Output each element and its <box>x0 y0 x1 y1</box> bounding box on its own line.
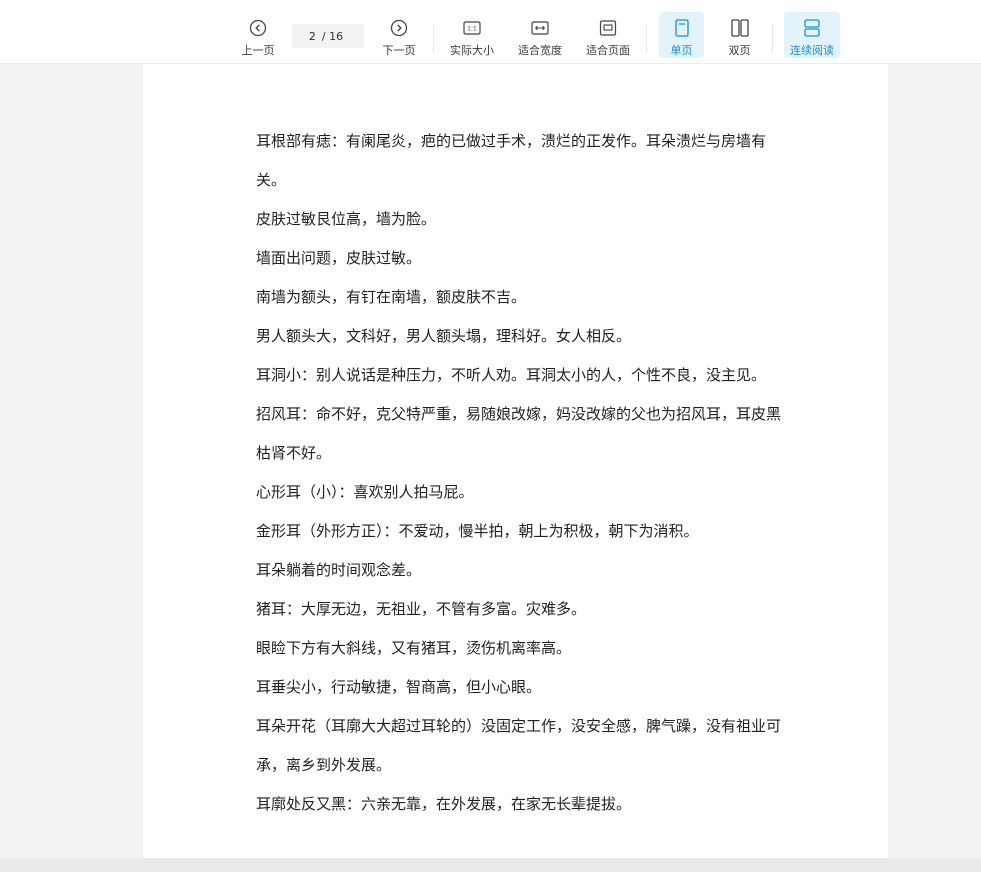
current-page-number[interactable]: 2 <box>309 30 316 43</box>
actual-size-label: 实际大小 <box>450 44 494 57</box>
paragraph: 猪耳：大厚无边，无祖业，不管有多富。灾难多。 <box>256 600 587 618</box>
prev-page-label: 上一页 <box>241 44 275 57</box>
total-pages: / 16 <box>321 29 344 43</box>
paragraph: 耳洞小：别人说话是种压力，不听人劝。耳洞太小的人，个性不良，没主见。 <box>256 366 767 384</box>
actual-size-button[interactable]: 1:1 实际大小 <box>446 12 498 58</box>
paragraph: 耳朵躺着的时间观念差。 <box>256 561 422 579</box>
fit-width-icon <box>530 18 550 38</box>
paragraph: 南墙为额头，有钉在南墙，额皮肤不吉。 <box>256 288 527 306</box>
fit-page-label: 适合页面 <box>586 44 630 57</box>
paragraph: 男人额头大，文科好，男人额头塌，理科好。女人相反。 <box>256 327 632 345</box>
toolbar-divider <box>433 24 434 52</box>
fit-width-label: 适合宽度 <box>518 44 562 57</box>
paragraph: 皮肤过敏艮位高，墙为脸。 <box>256 210 437 228</box>
page-text: 耳根部有痣：有阑尾炎，疤的已做过手术，溃烂的正发作。耳朵溃烂与房墙有关。 皮肤过… <box>256 122 786 824</box>
page-indicator[interactable]: 2 / 16 <box>292 24 364 48</box>
continuous-reading-label: 连续阅读 <box>790 44 834 57</box>
paragraph: 耳根部有痣：有阑尾炎，疤的已做过手术，溃烂的正发作。耳朵溃烂与房墙有关。 <box>256 132 767 189</box>
actual-size-icon: 1:1 <box>462 18 482 38</box>
next-page-button[interactable]: 下一页 <box>379 12 419 58</box>
double-page-label: 双页 <box>728 44 751 57</box>
single-page-icon <box>672 18 692 38</box>
continuous-reading-button[interactable]: 连续阅读 <box>784 12 840 58</box>
horizontal-scrollbar[interactable] <box>0 858 981 872</box>
prev-page-button[interactable]: 上一页 <box>238 12 278 58</box>
toolbar-divider <box>646 24 647 52</box>
continuous-reading-icon <box>802 18 822 38</box>
paragraph: 眼睑下方有大斜线，又有猪耳，烫伤机离率高。 <box>256 639 572 657</box>
double-page-icon <box>730 18 750 38</box>
reader-toolbar: 上一页 2 / 16 下一页 1:1 实际大小 适合宽度 适合页面 单页 双页 … <box>0 0 981 64</box>
svg-text:1:1: 1:1 <box>467 26 477 33</box>
fit-page-button[interactable]: 适合页面 <box>582 12 634 58</box>
paragraph: 心形耳（小）：喜欢别人拍马屁。 <box>256 483 474 501</box>
single-page-button[interactable]: 单页 <box>659 12 704 58</box>
fit-page-icon <box>598 18 618 38</box>
paragraph: 招风耳：命不好，克父特严重，易随娘改嫁，妈没改嫁的父也为招风耳，耳皮黑枯肾不好。 <box>256 405 782 462</box>
paragraph: 耳朵开花（耳廓大大超过耳轮的）没固定工作，没安全感，脾气躁，没有祖业可承，离乡到… <box>256 717 782 774</box>
next-page-label: 下一页 <box>382 44 416 57</box>
document-page: 耳根部有痣：有阑尾炎，疤的已做过手术，溃烂的正发作。耳朵溃烂与房墙有关。 皮肤过… <box>143 64 888 858</box>
chevron-left-circle-icon <box>248 18 268 38</box>
single-page-label: 单页 <box>670 44 693 57</box>
paragraph: 耳廓处反又黑：六亲无靠，在外发展，在家无长辈提拔。 <box>256 795 632 813</box>
toolbar-divider <box>772 24 773 52</box>
paragraph: 耳垂尖小，行动敏捷，智商高，但小心眼。 <box>256 678 542 696</box>
fit-width-button[interactable]: 适合宽度 <box>514 12 566 58</box>
double-page-button[interactable]: 双页 <box>717 12 762 58</box>
paragraph: 墙面出问题，皮肤过敏。 <box>256 249 422 267</box>
paragraph: 金形耳（外形方正）：不爱动，慢半拍，朝上为积极，朝下为消积。 <box>256 522 699 540</box>
chevron-right-circle-icon <box>389 18 409 38</box>
